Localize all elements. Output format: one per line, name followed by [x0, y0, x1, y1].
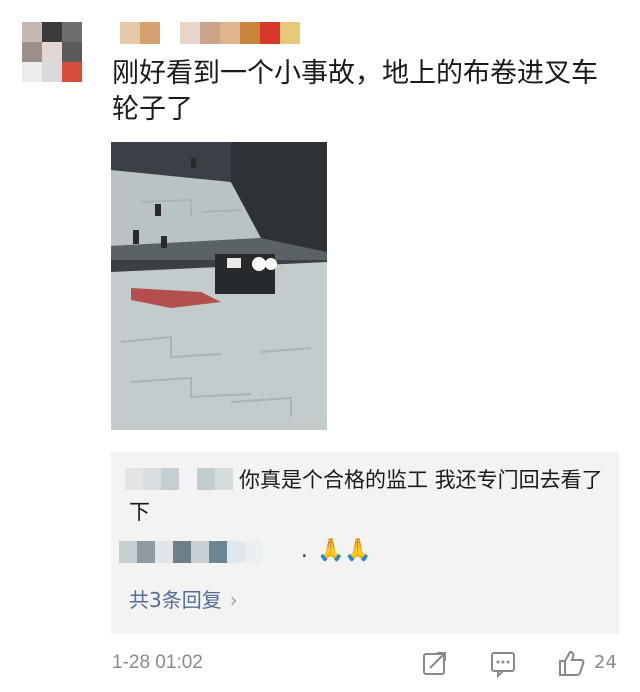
share-icon[interactable] [420, 648, 450, 678]
post-text: 刚好看到一个小事故，地上的布卷进叉车轮子了 [112, 58, 598, 125]
comment-text: 你真是个合格的监工 我还专门回去看了下 [129, 468, 603, 524]
chevron-right-icon: › [229, 588, 238, 612]
watermark: ◎ 头条 [301, 416, 321, 430]
more-replies-label: 共3条回复 [129, 588, 222, 612]
more-replies-link[interactable]: 共3条回复 › [129, 584, 238, 613]
thumbs-up-icon[interactable] [556, 648, 586, 678]
avatar[interactable] [22, 22, 82, 82]
post-timestamp: 1-28 01:02 [112, 652, 203, 673]
feed-post: 刚好看到一个小事故，地上的布卷进叉车轮子了 ◎ 头 你真是个合格的监工 我还专门… [0, 0, 640, 692]
comment-icon[interactable] [488, 648, 518, 678]
comment-section: 你真是个合格的监工 我还专门回去看了下 . 🙏🙏 共3条回复 › [111, 452, 619, 634]
reply-dot: . [301, 538, 308, 562]
username-pixelated[interactable] [120, 22, 310, 44]
commenter-name-pixelated[interactable] [119, 541, 289, 563]
pray-emoji: 🙏🙏 [317, 538, 372, 563]
post-video-thumbnail[interactable]: ◎ 头条 [111, 142, 327, 430]
like-count: 24 [594, 652, 617, 673]
